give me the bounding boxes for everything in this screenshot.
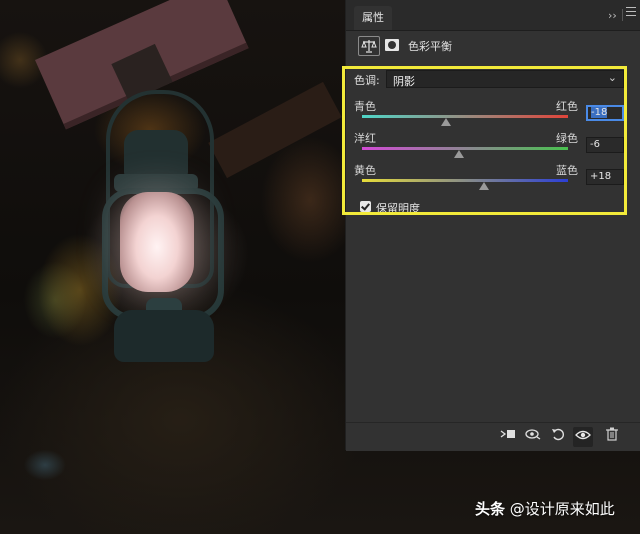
trash-icon[interactable]: [602, 427, 622, 447]
lantern: [96, 90, 236, 370]
panel-header: 属性 ››: [346, 0, 640, 31]
view-previous-state-icon[interactable]: [523, 427, 543, 447]
collapse-panel-icon[interactable]: ››: [608, 9, 617, 22]
layer-mask-icon[interactable]: [382, 36, 402, 54]
watermark: 头条 @设计原来如此: [475, 498, 615, 519]
clip-to-layer-icon[interactable]: [498, 427, 518, 447]
highlight-annotation: [342, 66, 627, 215]
watermark-brand: 头条: [475, 500, 506, 518]
reset-icon[interactable]: [548, 427, 568, 447]
adjustment-title: 色彩平衡: [408, 40, 452, 53]
header-divider: [622, 9, 623, 21]
color-balance-icon: [358, 36, 380, 56]
panel-bottom-toolbar: [346, 422, 640, 451]
tab-properties[interactable]: 属性: [354, 6, 392, 30]
lantern-glow: [120, 192, 194, 292]
visibility-eye-icon[interactable]: [573, 427, 593, 447]
watermark-handle: @设计原来如此: [509, 500, 615, 518]
panel-menu-icon[interactable]: [626, 7, 636, 17]
